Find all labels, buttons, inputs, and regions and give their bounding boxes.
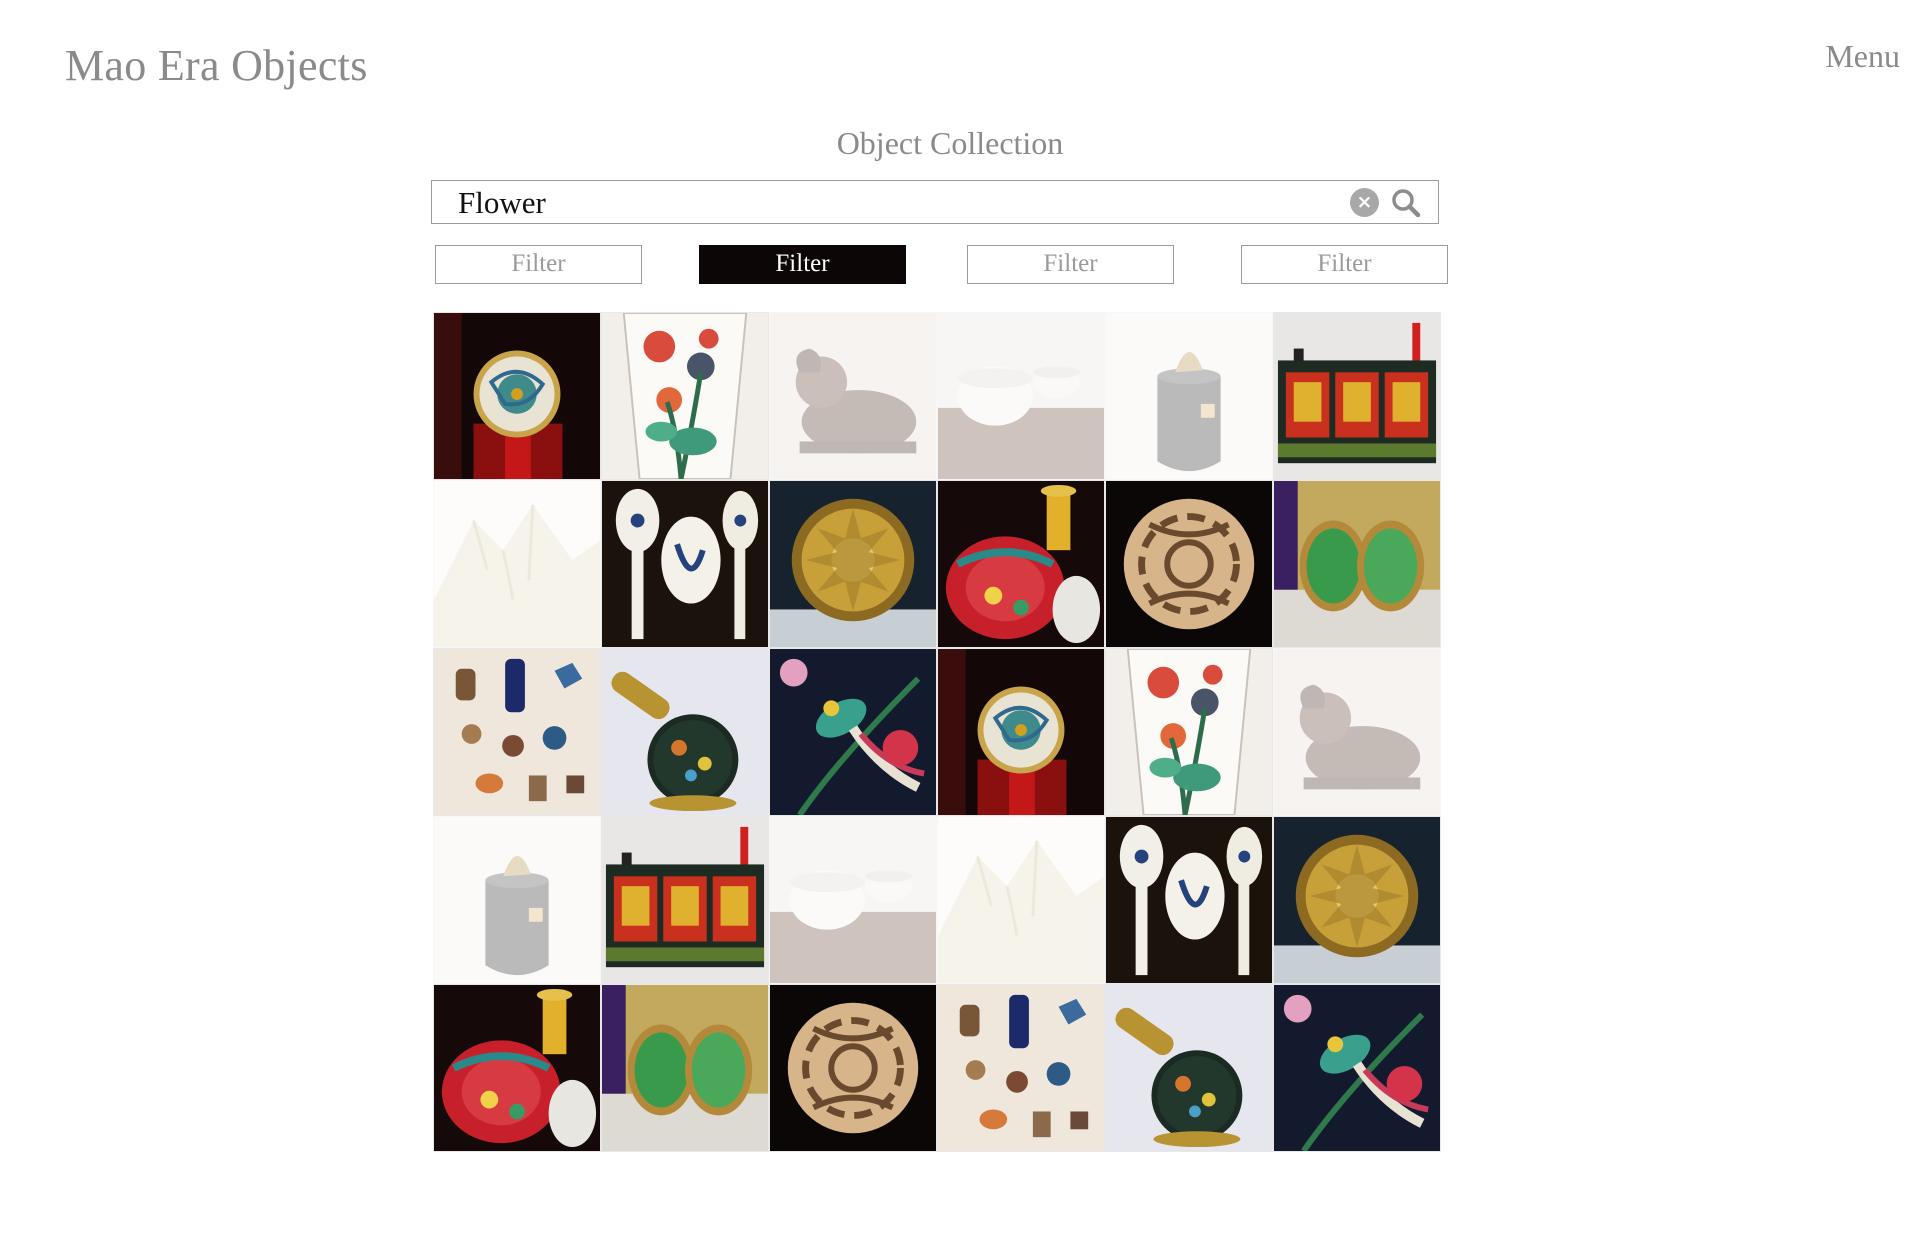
collection-item-jade-carving[interactable] <box>1105 480 1273 648</box>
collection-item-spoons[interactable] <box>1105 816 1273 984</box>
collection-item-gold-disk[interactable] <box>1273 816 1441 984</box>
collection-item-flower-vase[interactable] <box>1105 648 1273 816</box>
filter-button-3[interactable]: Filter <box>967 245 1174 284</box>
search-icon[interactable] <box>1390 187 1422 219</box>
search-input[interactable] <box>456 181 1340 224</box>
collection-item-gold-disk[interactable] <box>769 480 937 648</box>
filter-button-1[interactable]: Filter <box>435 245 642 284</box>
collection-item-jade-earrings[interactable] <box>601 984 769 1152</box>
collection-item-jar-figurine[interactable] <box>433 816 601 984</box>
collection-item-bowls[interactable] <box>769 816 937 984</box>
collection-item-bird-textile[interactable] <box>1273 984 1441 1152</box>
collection-item-miniatures[interactable] <box>433 648 601 816</box>
collection-item-lacquer-cabinet[interactable] <box>601 816 769 984</box>
collection-item-lacquer-cabinet[interactable] <box>1273 312 1441 480</box>
collection-item-mountain[interactable] <box>937 816 1105 984</box>
collection-item-cloisonne-box[interactable] <box>1105 984 1273 1152</box>
collection-item-flower-vase[interactable] <box>601 312 769 480</box>
object-grid <box>433 312 1441 1152</box>
collection-item-ram-figure[interactable] <box>1273 648 1441 816</box>
collection-item-jade-earrings[interactable] <box>1273 480 1441 648</box>
collection-item-enamel-vase[interactable] <box>937 480 1105 648</box>
collection-item-enamel-vase[interactable] <box>433 984 601 1152</box>
page-title: Object Collection <box>836 125 1064 161</box>
collection-item-dragon-plate[interactable] <box>433 312 601 480</box>
collection-item-bird-textile[interactable] <box>769 648 937 816</box>
collection-item-spoons[interactable] <box>601 480 769 648</box>
collection-item-miniatures[interactable] <box>937 984 1105 1152</box>
collection-item-jar-figurine[interactable] <box>1105 312 1273 480</box>
collection-item-mountain[interactable] <box>433 480 601 648</box>
site-title[interactable]: Mao Era Objects <box>65 40 368 91</box>
collection-item-cloisonne-box[interactable] <box>601 648 769 816</box>
search-bar: × <box>431 180 1439 224</box>
menu-link[interactable]: Menu <box>1825 38 1900 75</box>
clear-search-icon[interactable]: × <box>1350 188 1379 217</box>
collection-item-dragon-plate[interactable] <box>937 648 1105 816</box>
collection-item-jade-carving[interactable] <box>769 984 937 1152</box>
collection-item-ram-figure[interactable] <box>769 312 937 480</box>
filter-button-2[interactable]: Filter <box>699 245 906 284</box>
filter-button-4[interactable]: Filter <box>1241 245 1448 284</box>
collection-item-bowls[interactable] <box>937 312 1105 480</box>
